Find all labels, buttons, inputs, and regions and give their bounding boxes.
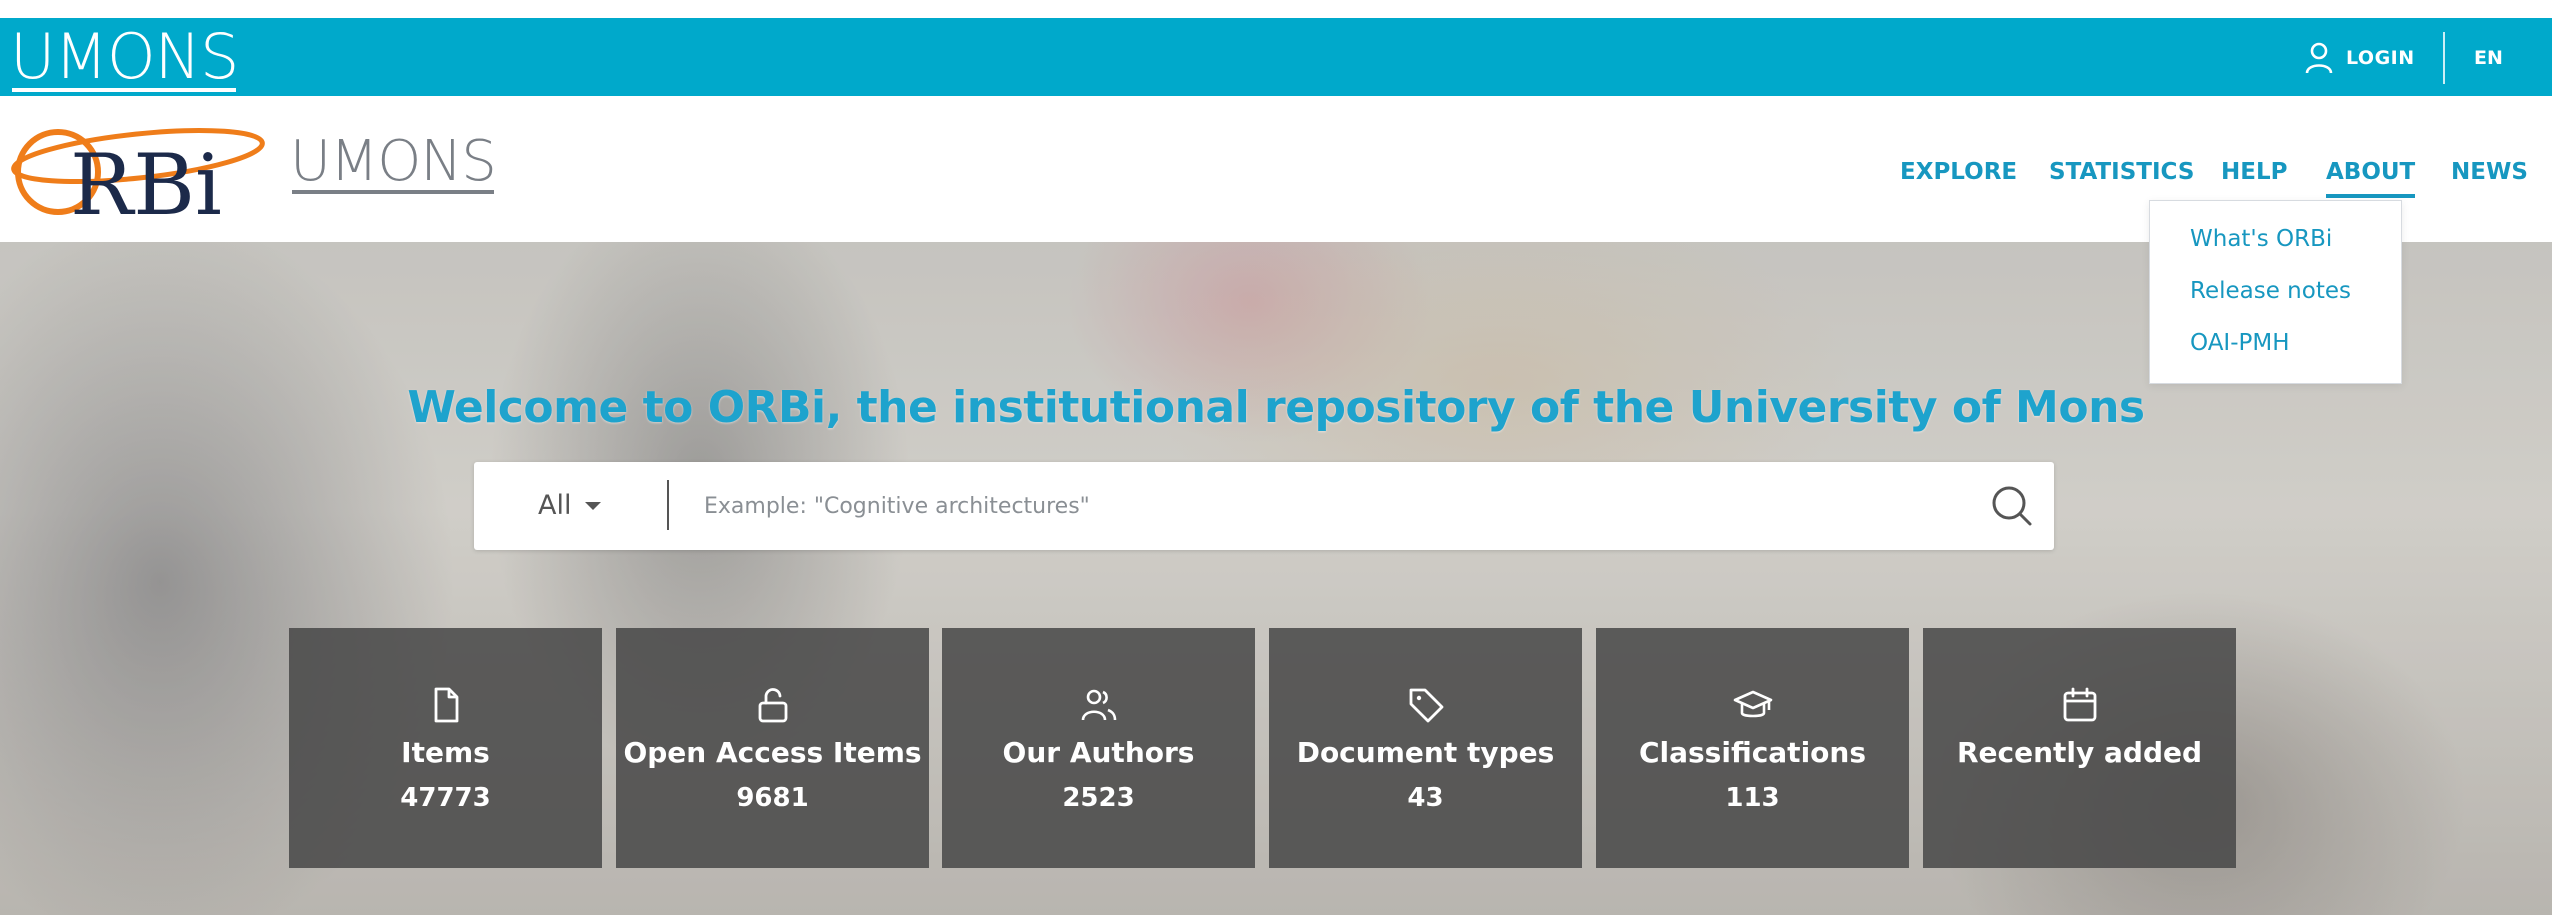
language-selector[interactable]: EN	[2474, 38, 2503, 78]
orbi-logo[interactable]: RBi	[8, 112, 268, 222]
users-icon	[1081, 689, 1117, 721]
stat-label: Open Access Items	[623, 736, 922, 769]
search-icon[interactable]	[1988, 482, 2036, 530]
menu-item-release-notes[interactable]: Release notes	[2190, 273, 2351, 309]
calendar-icon	[2063, 687, 2097, 722]
login-button[interactable]: LOGIN	[2304, 38, 2415, 78]
stat-tile-open-access[interactable]: Open Access Items 9681	[616, 628, 929, 868]
stat-label: Recently added	[1956, 736, 2203, 769]
stat-value: 2523	[1062, 783, 1135, 813]
search-scope-dropdown[interactable]: All	[538, 484, 602, 528]
nav-about[interactable]: ABOUT	[2326, 152, 2416, 198]
stat-tile-document-types[interactable]: Document types 43	[1269, 628, 1582, 868]
nav-explore[interactable]: EXPLORE	[1900, 152, 2017, 192]
nav-help[interactable]: HELP	[2221, 152, 2287, 192]
login-label: LOGIN	[2346, 47, 2415, 69]
stat-value: 47773	[400, 783, 491, 813]
stat-label: Document types	[1296, 736, 1555, 769]
search-scope-label: All	[538, 490, 572, 521]
top-bar: UMONS LOGIN EN	[0, 18, 2552, 96]
search-input[interactable]	[704, 482, 1944, 530]
hero-title: Welcome to ORBi, the institutional repos…	[407, 382, 2145, 433]
search-bar: All	[474, 462, 2054, 550]
stat-tile-authors[interactable]: Our Authors 2523	[942, 628, 1255, 868]
stat-label: Classifications	[1638, 736, 1867, 769]
tag-icon	[1409, 688, 1444, 723]
topbar-divider	[2443, 32, 2445, 84]
stat-value: 9681	[736, 783, 809, 813]
stat-tile-items[interactable]: Items 47773	[289, 628, 602, 868]
university-logo[interactable]: UMONS	[10, 20, 239, 93]
file-icon	[434, 687, 459, 723]
stat-label: Our Authors	[1002, 736, 1195, 769]
unlock-icon	[758, 688, 788, 723]
nav-statistics[interactable]: STATISTICS	[2049, 152, 2194, 192]
university-logo-text: UMONS	[10, 20, 239, 93]
about-dropdown-menu: What's ORBi Release notes OAI-PMH	[2149, 200, 2402, 384]
nav-news[interactable]: NEWS	[2451, 152, 2528, 192]
stat-label: Items	[401, 736, 490, 769]
stat-tile-classifications[interactable]: Classifications 113	[1596, 628, 1909, 868]
menu-item-oai-pmh[interactable]: OAI-PMH	[2190, 325, 2290, 361]
stat-tile-recently-added[interactable]: Recently added	[1923, 628, 2236, 868]
graduation-cap-icon	[1733, 690, 1773, 718]
orbi-logo-text: RBi	[70, 136, 222, 222]
umons-sub-logo[interactable]: UMONS	[290, 129, 497, 194]
search-divider	[667, 480, 669, 530]
stat-value: 43	[1407, 783, 1444, 813]
stat-value: 113	[1725, 783, 1780, 813]
sub-logo-text: UMONS	[290, 129, 497, 194]
caret-down-icon	[585, 502, 602, 510]
menu-item-whats-orbi[interactable]: What's ORBi	[2190, 221, 2332, 257]
user-icon	[2305, 42, 2333, 74]
